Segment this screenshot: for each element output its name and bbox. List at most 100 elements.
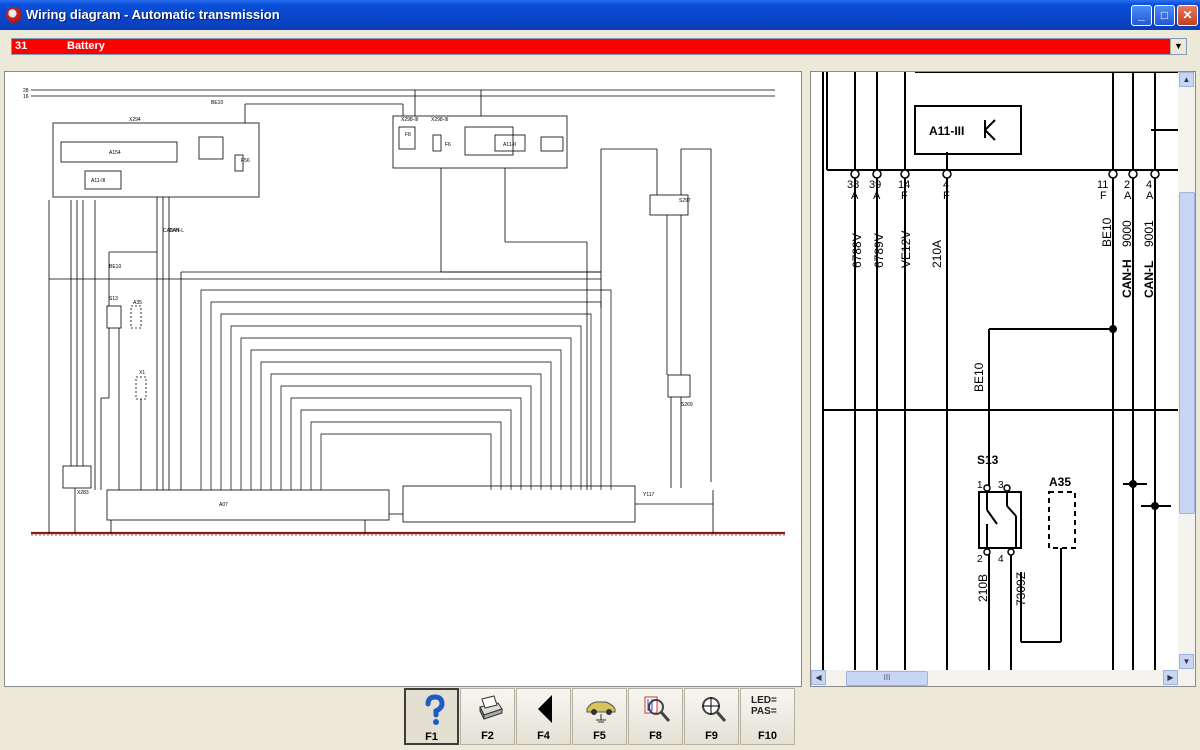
overview-component-label: A07 (219, 502, 228, 508)
wire-be10-lower: BE10 (972, 362, 986, 392)
connector-search-button[interactable]: F9 (684, 688, 739, 745)
back-button[interactable]: F4 (516, 688, 571, 745)
overview-component-label: F6 (445, 142, 451, 148)
harness-wire (210, 301, 602, 490)
pin-38-letter: A (851, 190, 859, 202)
pin-4f-letter: F (943, 190, 950, 202)
can-h-label: CAN-H (1120, 259, 1134, 298)
print-button[interactable]: F2 (460, 688, 515, 745)
overview-component-label: S269 (681, 402, 693, 408)
s13-pin3: 3 (998, 480, 1004, 491)
overview-component-label: A154 (109, 150, 121, 156)
scroll-left-button[interactable]: ◀ (811, 670, 826, 685)
led-pas-icon: LED= PAS= (751, 695, 787, 717)
overview-component-label: S13 (109, 296, 118, 302)
overview-component-label: BE10 (109, 264, 121, 270)
led-text: LED= (751, 695, 777, 706)
select-label: Battery (67, 40, 105, 52)
overview-component-label: F56 (241, 158, 250, 164)
overview-component-label: X298-III (401, 117, 419, 123)
wire-7309z: 7309Z (1014, 572, 1028, 606)
scroll-down-button[interactable]: ▼ (1179, 654, 1194, 669)
app-icon[interactable] (6, 7, 22, 23)
pin-4a-letter: A (1146, 190, 1154, 202)
pas-text: PAS= (751, 706, 777, 717)
component-zoom-icon (644, 696, 671, 722)
overview-component-label: A35 (133, 300, 142, 306)
zoom-diagram-pane[interactable]: A11-III 38 A 39 A 14 F 4 F 11 F 2 A 4 A … (810, 71, 1196, 687)
s13-label: S13 (977, 453, 999, 467)
overview-component-label: Y117 (643, 492, 655, 498)
ground-points-button-label: F5 (593, 730, 606, 742)
harness-wire (200, 289, 612, 490)
help-button[interactable]: F1 (404, 688, 459, 745)
overview-component-label: BE10 (211, 100, 223, 106)
overview-component-label: X1 (139, 370, 145, 376)
overview-component-label: CAN-L (169, 228, 184, 234)
a35-label: A35 (1049, 475, 1071, 489)
ground-points-button[interactable]: F5 (572, 688, 627, 745)
harness-wire (290, 397, 522, 490)
led-pas-button[interactable]: LED= PAS= F10 (740, 688, 795, 745)
scroll-right-button[interactable]: ▶ (1163, 670, 1178, 685)
horizontal-scrollbar[interactable]: ◀ III ▶ (811, 670, 1195, 686)
vertical-scrollbar[interactable]: ▲ ▼ (1178, 72, 1195, 670)
wire-210a: 210A (930, 240, 944, 268)
horizontal-scroll-thumb[interactable]: III (846, 671, 928, 686)
help-icon (425, 694, 445, 725)
zoom-diagram: A11-III 38 A 39 A 14 F 4 F 11 F 2 A 4 A … (822, 72, 1191, 686)
diagram-select[interactable]: 31 Battery ▼ (11, 38, 1187, 55)
led-pas-button-label: F10 (758, 730, 777, 742)
overview-diagram: 2816X294A154A11-IIIF56X298-III X298-IIIF8… (23, 88, 785, 536)
wire-be10-top: BE10 (1100, 217, 1114, 247)
bottom-toolbar: F1 F2 F4 F5 F8 F9 LED= PAS= F10 (404, 688, 796, 746)
harness-wire (310, 421, 502, 490)
scroll-up-button[interactable]: ▲ (1179, 72, 1194, 87)
pin-14-letter: F (901, 190, 908, 202)
window-title: Wiring diagram - Automatic transmission (26, 7, 280, 22)
wire-6788v: 6788V (850, 233, 864, 268)
print-button-label: F2 (481, 730, 494, 742)
wire-6789v: 6789V (872, 233, 886, 268)
vertical-scroll-thumb[interactable] (1179, 192, 1195, 514)
harness-wire (280, 385, 532, 490)
pin-39-letter: A (873, 190, 881, 202)
connector-zoom-icon (702, 697, 727, 722)
connector-search-button-label: F9 (705, 730, 718, 742)
back-button-label: F4 (537, 730, 550, 742)
close-button[interactable]: ✕ (1177, 5, 1198, 26)
overview-diagram-pane[interactable]: 28 16 X294 A154 A11-III F56 X298-III X298-III F8… (4, 71, 802, 687)
overview-component-label: X294 (129, 117, 141, 123)
wire-9001: 9001 (1142, 220, 1156, 247)
harness-wire (250, 349, 562, 490)
pin-11-letter: F (1100, 190, 1107, 202)
harness-wire (320, 433, 492, 490)
minimize-button[interactable]: _ (1131, 5, 1152, 26)
maximize-button[interactable]: □ (1154, 5, 1175, 26)
harness-wire (240, 337, 572, 490)
harness-wire (260, 361, 552, 490)
s13-pin1: 1 (977, 480, 983, 491)
car-ground-icon (586, 701, 616, 723)
harness-wire (230, 325, 582, 490)
overview-component-label: 16 (23, 94, 29, 100)
printer-icon (479, 695, 503, 720)
title-bar: Wiring diagram - Automatic transmission … (0, 0, 1200, 30)
component-search-button[interactable]: F8 (628, 688, 683, 745)
select-number: 31 (15, 40, 28, 52)
overview-component-label: A11-III (91, 178, 105, 184)
chevron-down-icon[interactable]: ▼ (1170, 39, 1186, 54)
wire-ve12v: VE12V (899, 231, 913, 268)
back-arrow-icon (538, 695, 552, 723)
harness-wire (270, 373, 542, 490)
wire-9000: 9000 (1120, 220, 1134, 247)
component-search-button-label: F8 (649, 730, 662, 742)
overview-component-label: S297 (679, 198, 691, 204)
a11-iii-label: A11-III (929, 124, 964, 138)
s13-pin2: 2 (977, 554, 983, 565)
s13-pin4: 4 (998, 554, 1004, 565)
help-button-label: F1 (425, 731, 438, 743)
overview-component-label: X283 (77, 490, 89, 496)
harness-wire (220, 313, 592, 490)
pin-2a-letter: A (1124, 190, 1132, 202)
